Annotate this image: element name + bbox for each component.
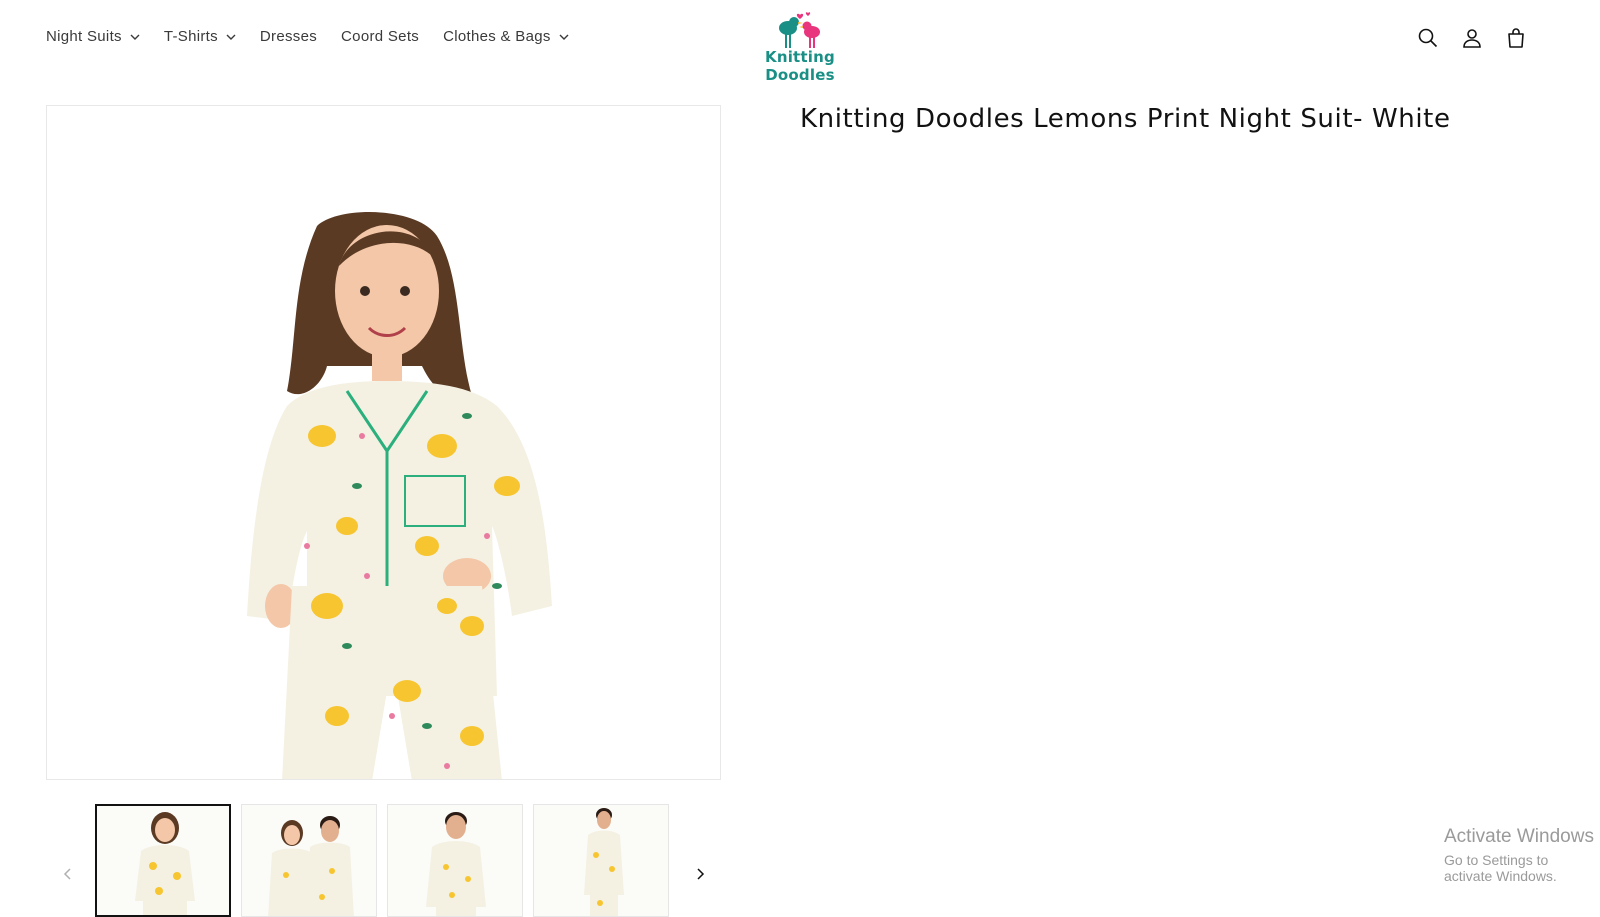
chevron-left-icon[interactable]	[60, 866, 76, 882]
nav-label: Dresses	[259, 28, 318, 45]
chevron-down-icon	[226, 34, 236, 40]
cart-icon[interactable]	[1504, 26, 1528, 50]
thumbnail-photo	[135, 812, 195, 915]
thumbnail-photo	[426, 812, 486, 916]
watermark-line-1: Activate Windows	[1444, 826, 1594, 847]
product-photo	[47, 106, 720, 779]
nav-item-night-suits[interactable]: Night Suits	[46, 28, 140, 45]
logo-text: Knitting Doodles	[765, 48, 835, 84]
nav-label: Night Suits	[46, 28, 122, 45]
thumbnail-photo	[268, 816, 354, 916]
nav-label: Clothes & Bags	[443, 28, 551, 45]
header-actions	[1416, 26, 1528, 50]
search-icon[interactable]	[1416, 26, 1440, 50]
nav-label: Coord Sets	[341, 28, 420, 45]
product-title: Knitting Doodles Lemons Print Night Suit…	[800, 104, 1451, 134]
windows-activation-watermark: Activate Windows Go to Settings to activ…	[1444, 826, 1600, 884]
thumbnail-4[interactable]	[533, 804, 669, 917]
chevron-down-icon	[559, 34, 569, 40]
thumbnail-2[interactable]	[241, 804, 377, 917]
thumbnail-3[interactable]	[387, 804, 523, 917]
site-header: Night Suits T-Shirts Dresses Coord Sets …	[0, 0, 1600, 84]
main-nav: Night Suits T-Shirts Dresses Coord Sets …	[46, 28, 593, 45]
nav-item-coord-sets[interactable]: Coord Sets	[341, 28, 419, 45]
nav-item-clothes-bags[interactable]: Clothes & Bags	[443, 28, 569, 45]
product-main-image[interactable]	[46, 105, 721, 780]
account-icon[interactable]	[1460, 26, 1484, 50]
birds-logo-icon	[779, 12, 820, 48]
thumbnail-slider	[46, 804, 721, 917]
watermark-line-2: Go to Settings to activate Windows.	[1444, 852, 1557, 884]
thumbnail-photo	[584, 808, 624, 916]
nav-item-dresses[interactable]: Dresses	[260, 28, 317, 45]
site-logo[interactable]: Knitting Doodles	[730, 10, 870, 84]
thumbnail-1[interactable]	[95, 804, 231, 917]
chevron-down-icon	[130, 34, 140, 40]
nav-item-t-shirts[interactable]: T-Shirts	[164, 28, 236, 45]
chevron-right-icon[interactable]	[692, 866, 708, 882]
nav-label: T-Shirts	[163, 28, 218, 45]
